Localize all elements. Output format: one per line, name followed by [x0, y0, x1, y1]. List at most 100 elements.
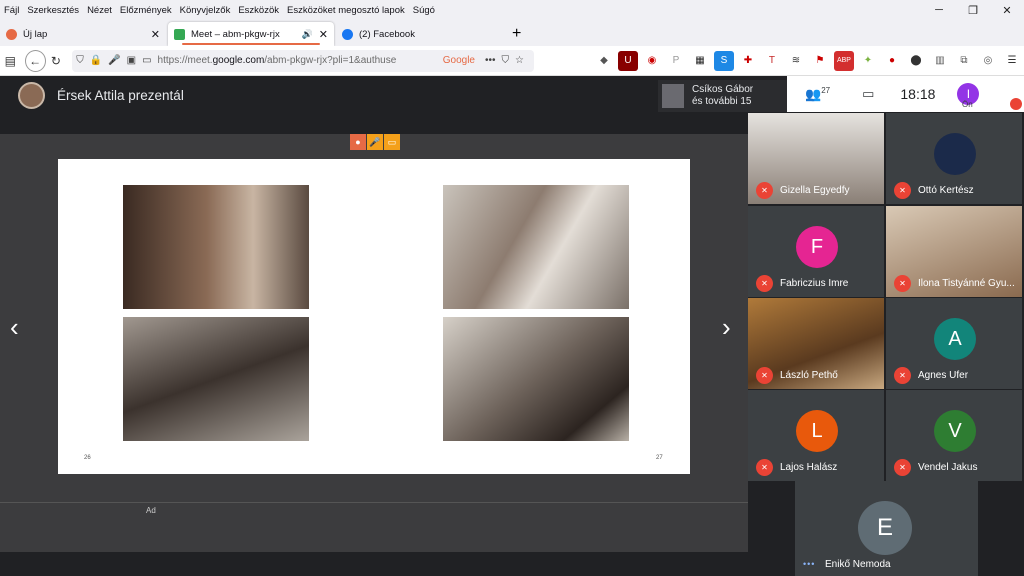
ext-icon[interactable]: T	[762, 51, 782, 71]
slide-photo	[123, 185, 309, 309]
people-icon[interactable]: 👥27	[805, 86, 830, 102]
ext-icon[interactable]: S	[713, 50, 734, 71]
ext-icon[interactable]: ✚	[738, 51, 758, 71]
avatar	[18, 82, 45, 109]
ext-icon[interactable]: ⧉	[954, 51, 974, 71]
firefox-icon	[6, 28, 17, 40]
next-slide-icon[interactable]: ›	[722, 312, 731, 343]
menu-help[interactable]: Súgó	[409, 5, 439, 16]
ext-icon[interactable]: ✦	[858, 51, 878, 71]
ext-icon[interactable]: ⬤	[906, 51, 926, 71]
ext-icon[interactable]: ◆	[594, 51, 614, 71]
mic-icon[interactable]: 🎤	[108, 55, 120, 66]
minimize-icon[interactable]: ─	[922, 0, 956, 20]
ext-icon[interactable]: ●	[882, 51, 902, 71]
hamburger-menu-icon[interactable]: ☰	[1002, 51, 1022, 71]
mic-icon[interactable]: 🎤	[367, 134, 383, 150]
avatar: A	[934, 318, 976, 360]
participant-tile[interactable]: A ✕ Agnes Ufer	[886, 298, 1022, 389]
nav-bar: ▤ ← ↻ ⛉ 🔒 🎤 ▣ ▭ https://meet.google.com/…	[0, 46, 1024, 76]
participant-tile[interactable]: V ✕ Vendel Jakus	[886, 390, 1022, 481]
google-badge[interactable]: Google	[443, 55, 475, 66]
menu-view[interactable]: Nézet	[83, 5, 116, 16]
presenter-info: Érsek Attila prezentál	[18, 82, 184, 109]
back-icon[interactable]: ←	[24, 49, 46, 72]
camera-icon[interactable]: ▣	[127, 55, 136, 66]
more-icon[interactable]: •••	[485, 55, 496, 66]
bottom-bar	[0, 552, 748, 576]
bookmark-star-icon[interactable]: ☆	[515, 55, 524, 66]
adblock-icon[interactable]: ABP	[833, 50, 854, 71]
participant-tile[interactable]: ✕ Ottó Kertész	[886, 113, 1022, 204]
tab-facebook[interactable]: (2) Facebook	[336, 22, 502, 46]
close-window-icon[interactable]: ✕	[990, 0, 1024, 20]
avatar	[934, 133, 976, 175]
meet-window: Érsek Attila prezentál Csíkos Gábor és t…	[0, 76, 1024, 576]
screen-share-icon[interactable]: ▭	[142, 55, 151, 66]
ext-icon[interactable]: ≋	[786, 51, 806, 71]
menu-bar: Fájl Szerkesztés Nézet Előzmények Könyvj…	[0, 0, 1024, 20]
participant-name: László Pethő	[780, 370, 838, 381]
screen-share-icon[interactable]: ▭	[384, 134, 400, 150]
menu-history[interactable]: Előzmények	[116, 5, 176, 16]
ext-icon[interactable]: ◉	[642, 51, 662, 71]
sidebar-icon[interactable]: ▤	[0, 50, 21, 72]
share-tools: ● 🎤 ▭	[350, 134, 401, 150]
tab-title: (2) Facebook	[359, 28, 415, 40]
close-tab-icon[interactable]: ✕	[319, 28, 328, 41]
url-bar[interactable]: ⛉ 🔒 🎤 ▣ ▭ https://meet.google.com/abm-pk…	[72, 49, 534, 72]
tab-meet[interactable]: Meet – abm-pkgw-rjx 🔊 ✕	[168, 22, 334, 46]
tab-bar: Új lap ✕ Meet – abm-pkgw-rjx 🔊 ✕ (2) Fac…	[0, 20, 1024, 46]
account-icon[interactable]: ◎	[978, 51, 998, 71]
shield-icon[interactable]: ⛉	[76, 55, 84, 66]
participant-tile[interactable]: ✕ Ilona Tistyánné Gyu...	[886, 206, 1022, 297]
reload-icon[interactable]: ↻	[46, 50, 67, 72]
participant-name: Fabriczius Imre	[780, 278, 849, 289]
mic-off-icon: ✕	[894, 367, 911, 384]
avatar: V	[934, 410, 976, 452]
menu-file[interactable]: Fájl	[0, 5, 23, 16]
participant-tile[interactable]: ✕ Gizella Egyedfy	[748, 113, 884, 204]
tab-title: Meet – abm-pkgw-rjx	[191, 28, 280, 40]
pinterest-icon[interactable]: P	[666, 51, 686, 71]
participant-name: Agnes Ufer	[918, 370, 969, 381]
self-label: Ön	[962, 100, 973, 109]
url-text[interactable]: https://meet.google.com/abm-pkgw-rjx?pli…	[158, 55, 439, 66]
participant-name: Ottó Kertész	[918, 185, 974, 196]
slide: 26 27	[58, 159, 690, 474]
menu-tools[interactable]: Eszközök	[234, 5, 283, 16]
mic-off-icon: ✕	[756, 275, 773, 292]
avatar: F	[796, 226, 838, 268]
close-tab-icon[interactable]: ✕	[151, 28, 160, 41]
tab-new-tab[interactable]: Új lap ✕	[0, 22, 166, 46]
page-number-right: 27	[656, 455, 663, 461]
ublock-icon[interactable]: U	[617, 50, 638, 71]
pocket-icon[interactable]: ⛉	[502, 55, 510, 66]
slide-photo	[443, 317, 629, 441]
participant-tile[interactable]: L ✕ Lajos Halász	[748, 390, 884, 481]
extensions: ◆ U ◉ P ▦ S ✚ T ≋ ⚑ ABP ✦ ● ⬤ ▥ ⧉ ◎ ☰	[592, 50, 1024, 71]
ext-icon[interactable]: ▦	[690, 51, 710, 71]
mic-off-icon: ✕	[894, 182, 911, 199]
pinned-name: Csíkos Gábor	[692, 84, 754, 95]
firefox-icon[interactable]: ●	[350, 134, 366, 150]
ext-icon[interactable]: ▥	[930, 51, 950, 71]
lock-icon[interactable]: 🔒	[90, 55, 102, 66]
clock: 18:18	[900, 86, 936, 102]
menu-bookmarks[interactable]: Könyvjelzők	[176, 5, 235, 16]
mic-off-icon: ✕	[894, 459, 911, 476]
pinned-participant[interactable]: Csíkos Gábor és további 15	[658, 80, 788, 112]
chat-icon[interactable]: ▭	[862, 86, 874, 102]
restore-icon[interactable]: ❐	[956, 0, 990, 20]
prev-slide-icon[interactable]: ‹	[10, 312, 19, 343]
speaker-icon[interactable]: 🔊	[302, 29, 313, 40]
participant-tile[interactable]: E ••• Enikő Nemoda	[795, 481, 978, 576]
participant-tile[interactable]: F ✕ Fabriczius Imre	[748, 206, 884, 297]
menu-tab-sharing[interactable]: Eszközöket megosztó lapok	[283, 5, 409, 16]
page-number-left: 26	[84, 455, 91, 461]
ext-icon[interactable]: ⚑	[810, 51, 830, 71]
participant-tile[interactable]: ✕ László Pethő	[748, 298, 884, 389]
mic-off-icon: ✕	[756, 367, 773, 384]
new-tab-icon[interactable]: +	[504, 22, 529, 46]
menu-edit[interactable]: Szerkesztés	[23, 5, 83, 16]
